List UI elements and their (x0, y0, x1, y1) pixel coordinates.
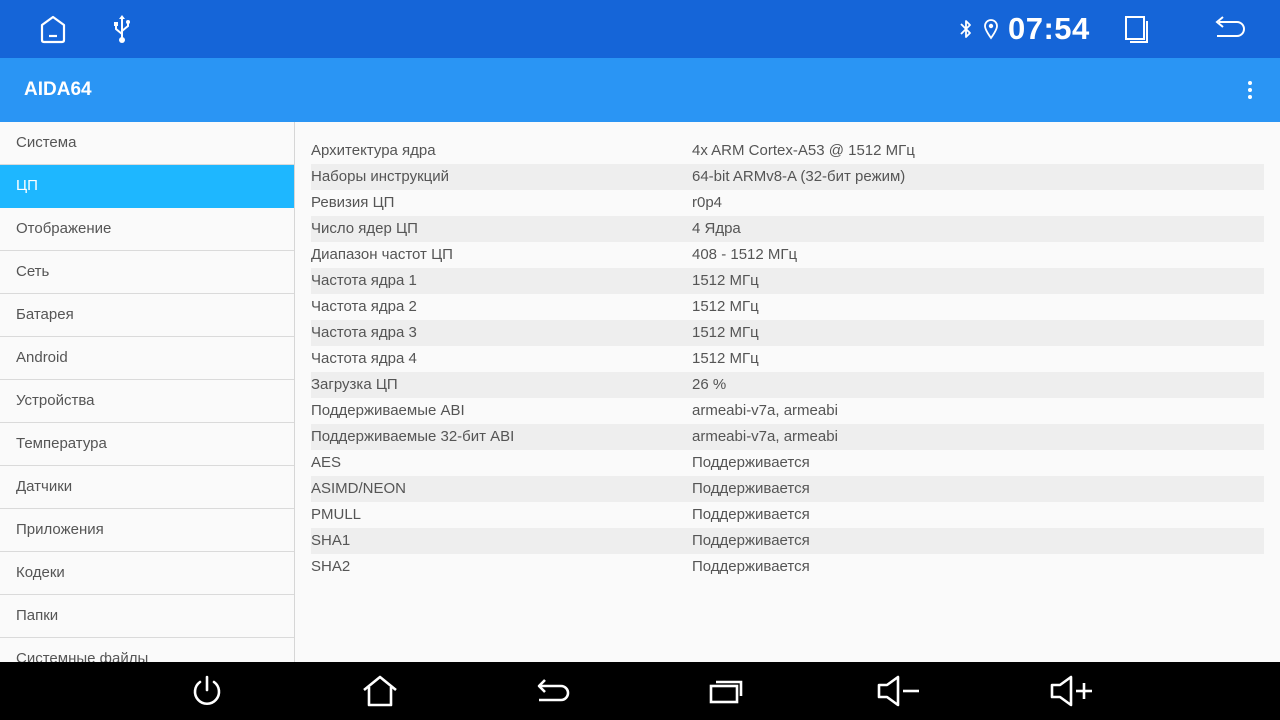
sidebar-item-folders[interactable]: Папки (0, 595, 294, 638)
row-key: ASIMD/NEON (311, 480, 407, 497)
row-key: Частота ядра 4 (311, 350, 417, 367)
clock: 07:54 (1008, 11, 1090, 46)
row-value: Поддерживается (692, 506, 810, 523)
row-value: armeabi-v7a, armeabi (692, 402, 838, 419)
row-value: Поддерживается (692, 480, 810, 497)
bluetooth-icon (956, 0, 976, 58)
sidebar-item-temperature[interactable]: Температура (0, 423, 294, 466)
row-key: PMULL (311, 506, 362, 523)
row-key: Частота ядра 2 (311, 298, 417, 315)
row-key: SHA2 (311, 558, 351, 575)
row-value: armeabi-v7a, armeabi (692, 428, 838, 445)
row-value: 1512 МГц (692, 272, 759, 289)
sidebar-item-sensors[interactable]: Датчики (0, 466, 294, 509)
volume-up-icon[interactable] (1042, 662, 1102, 720)
table-row: ASIMD/NEON Поддерживается (311, 476, 1264, 502)
row-key: Загрузка ЦП (311, 376, 398, 393)
sidebar-item-devices[interactable]: Устройства (0, 380, 294, 423)
row-value: r0p4 (692, 194, 723, 211)
row-key: Частота ядра 3 (311, 324, 417, 341)
row-key: Поддерживаемые ABI (311, 402, 465, 419)
row-value: Поддерживается (692, 532, 810, 549)
usb-icon (108, 0, 136, 58)
row-key: Число ядер ЦП (311, 220, 418, 237)
more-vert-icon[interactable] (1234, 72, 1266, 108)
table-row: Число ядер ЦП 4 Ядра (311, 216, 1264, 242)
table-row: Поддерживаемые ABI armeabi-v7a, armeabi (311, 398, 1264, 424)
cpu-details-table: Архитектура ядра 4x ARM Cortex-A53 @ 1512… (295, 122, 1280, 662)
app-bar: AIDA64 (0, 58, 1280, 122)
table-row: Загрузка ЦП 26 % (311, 372, 1264, 398)
sidebar-item-codecs[interactable]: Кодеки (0, 552, 294, 595)
volume-down-icon[interactable] (869, 662, 929, 720)
row-value: 1512 МГц (692, 324, 759, 341)
sidebar-item-android[interactable]: Android (0, 337, 294, 380)
row-value: 26 % (692, 376, 727, 393)
row-value: 1512 МГц (692, 298, 759, 315)
location-icon (980, 0, 1002, 58)
sidebar-item-display[interactable]: Отображение (0, 208, 294, 251)
row-value: 64-bit ARMv8-A (32-бит режим) (692, 168, 906, 185)
table-row: Поддерживаемые 32-бит ABI armeabi-v7a, ar… (311, 424, 1264, 450)
sidebar-item-battery[interactable]: Батарея (0, 294, 294, 337)
sidebar-item-system[interactable]: Система (0, 122, 294, 165)
home-icon[interactable] (34, 0, 72, 58)
row-key: AES (311, 454, 342, 471)
table-row: SHA1 Поддерживается (311, 528, 1264, 554)
table-row: SHA2 Поддерживается (311, 554, 1264, 580)
table-row: Архитектура ядра 4x ARM Cortex-A53 @ 1512… (311, 138, 1264, 164)
table-row: Частота ядра 2 1512 МГц (311, 294, 1264, 320)
navigation-bar (0, 662, 1280, 720)
row-value: 408 - 1512 МГц (692, 246, 798, 263)
row-value: 4 Ядра (692, 220, 741, 237)
table-row: Ревизия ЦП r0p4 (311, 190, 1264, 216)
table-row: Диапазон частот ЦП 408 - 1512 МГц (311, 242, 1264, 268)
row-value: Поддерживается (692, 454, 810, 471)
table-row: PMULL Поддерживается (311, 502, 1264, 528)
home-icon[interactable] (350, 662, 410, 720)
sidebar-item-network[interactable]: Сеть (0, 251, 294, 294)
sidebar: Система ЦП Отображение Сеть Батарея Andr… (0, 122, 295, 662)
table-row: Частота ядра 4 1512 МГц (311, 346, 1264, 372)
row-key: Частота ядра 1 (311, 272, 417, 289)
row-value: 4x ARM Cortex-A53 @ 1512 МГц (692, 142, 915, 159)
back-icon[interactable] (1208, 0, 1248, 58)
table-row: Частота ядра 3 1512 МГц (311, 320, 1264, 346)
row-key: SHA1 (311, 532, 351, 549)
table-row: Наборы инструкций 64-bit ARMv8-A (32-бит … (311, 164, 1264, 190)
row-value: 1512 МГц (692, 350, 759, 367)
app-title: AIDA64 (24, 79, 92, 100)
row-key: Архитектура ядра (311, 142, 436, 159)
row-key: Ревизия ЦП (311, 194, 395, 211)
status-bar: 07:54 (0, 0, 1280, 58)
row-key: Наборы инструкций (311, 168, 450, 185)
table-row: AES Поддерживается (311, 450, 1264, 476)
table-row: Частота ядра 1 1512 МГц (311, 268, 1264, 294)
sidebar-item-cpu[interactable]: ЦП (0, 165, 294, 208)
row-value: Поддерживается (692, 558, 810, 575)
recents-icon[interactable] (696, 662, 756, 720)
row-key: Поддерживаемые 32-бит ABI (311, 428, 515, 445)
row-key: Диапазон частот ЦП (311, 246, 453, 263)
sidebar-item-apps[interactable]: Приложения (0, 509, 294, 552)
back-icon[interactable] (523, 662, 583, 720)
power-icon[interactable] (177, 662, 237, 720)
window-icon[interactable] (1120, 0, 1152, 58)
sidebar-item-system-files[interactable]: Системные файлы (0, 638, 294, 662)
